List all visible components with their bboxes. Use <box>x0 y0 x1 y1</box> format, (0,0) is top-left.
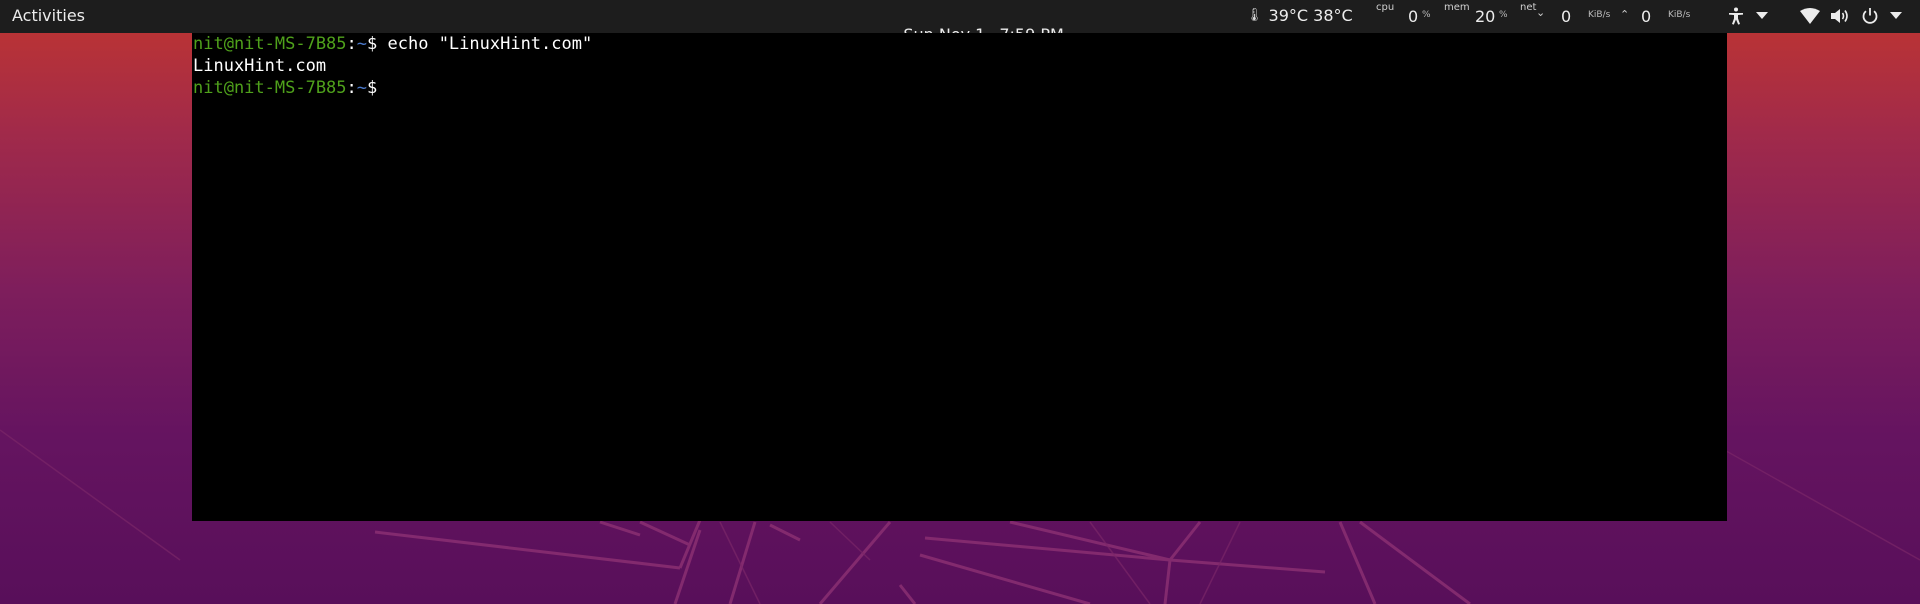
chevron-down-icon[interactable] <box>1752 6 1772 26</box>
net-down-value: 0 <box>1561 7 1572 26</box>
prompt-path: ~ <box>356 78 368 98</box>
prompt-colon: : <box>346 78 357 98</box>
prompt-user-host: nit@nit-MS-7B85 <box>193 78 347 98</box>
mem-unit: % <box>1499 10 1508 20</box>
terminal-command: echo "LinuxHint.com" <box>377 34 593 54</box>
top-bar: Activities Sun Nov 17:59 PM 🌡︎ 39°C 38°C… <box>0 0 1920 44</box>
net-down-unit: KiB/s <box>1588 10 1611 20</box>
prompt-dollar: $ <box>367 78 378 98</box>
net-up-icon: ⌃ <box>1620 8 1630 21</box>
mem-value: 20 <box>1475 7 1496 26</box>
temperature-indicator[interactable]: 🌡︎ 39°C 38°C <box>1246 6 1353 25</box>
volume-icon[interactable] <box>1830 6 1850 26</box>
mem-label: mem <box>1444 2 1470 13</box>
terminal-line[interactable]: nit@nit-MS-7B85:~$ <box>193 77 377 99</box>
cpu-value: 0 <box>1408 7 1419 26</box>
cpu-unit: % <box>1422 10 1431 20</box>
temperature-readout: 39°C 38°C <box>1268 6 1353 25</box>
net-up-unit: KiB/s <box>1668 10 1691 20</box>
net-label: net <box>1520 2 1537 13</box>
prompt-path: ~ <box>356 34 368 54</box>
accessibility-icon[interactable] <box>1726 6 1746 26</box>
prompt-colon: : <box>346 34 357 54</box>
net-up-value: 0 <box>1641 7 1652 26</box>
terminal-window[interactable]: nit@nit-MS-7B85:~$ echo "LinuxHint.com" … <box>192 33 1727 521</box>
activities-button[interactable]: Activities <box>12 6 85 25</box>
thermometer-icon: 🌡︎ <box>1246 8 1263 23</box>
power-icon[interactable] <box>1860 6 1880 26</box>
wifi-icon[interactable] <box>1800 6 1820 26</box>
net-down-icon: ⌄ <box>1536 6 1546 19</box>
cpu-label: cpu <box>1376 2 1395 13</box>
terminal-output: LinuxHint.com <box>193 56 327 76</box>
system-monitor[interactable]: cpu 0 % mem 20 % net ⌄ 0 KiB/s ⌃ 0 KiB/s <box>1370 0 1690 33</box>
chevron-down-icon[interactable] <box>1886 6 1906 26</box>
prompt-user-host: nit@nit-MS-7B85 <box>193 34 347 54</box>
terminal-line: nit@nit-MS-7B85:~$ echo "LinuxHint.com" <box>193 33 592 55</box>
prompt-dollar: $ <box>367 34 378 54</box>
